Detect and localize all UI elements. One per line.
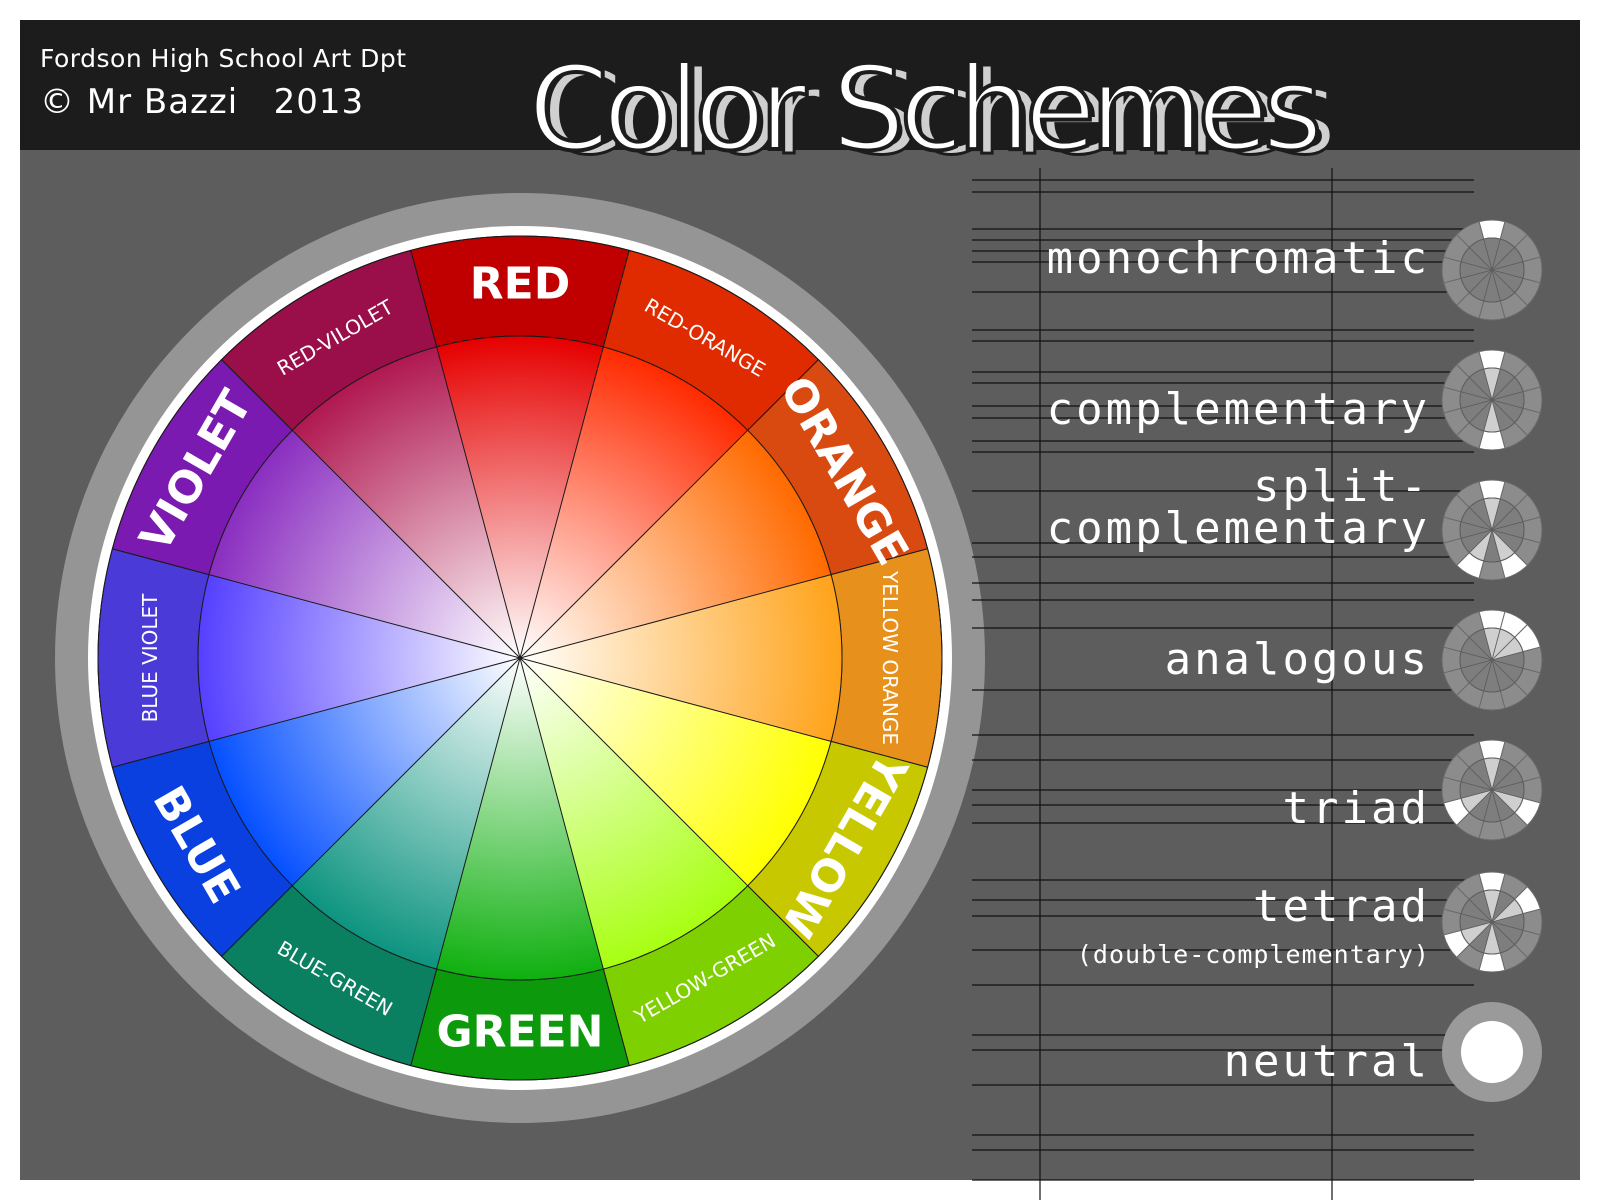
scheme-icon-center [1461, 1021, 1523, 1083]
scheme-label: complementary [1046, 384, 1430, 435]
scheme-label: analogous [1164, 634, 1430, 685]
scheme-label: monochromatic [1046, 233, 1430, 284]
scheme-label: neutral [1223, 1036, 1430, 1087]
scheme-sublabel: (double-complementary) [1076, 940, 1430, 969]
scheme-icon [1441, 219, 1543, 321]
scheme-label: complementary [1046, 503, 1430, 554]
scheme-icons [1441, 219, 1543, 1102]
scheme-icon [1441, 871, 1543, 973]
scheme-icon [1441, 349, 1543, 451]
scheme-icon [1441, 739, 1543, 841]
scheme-panel [972, 168, 1543, 1200]
scheme-icon [1441, 479, 1543, 581]
scheme-label: triad [1282, 783, 1430, 834]
scheme-icon [1442, 1002, 1542, 1102]
scheme-icon [1441, 609, 1543, 711]
scheme-label: tetrad [1253, 881, 1430, 932]
